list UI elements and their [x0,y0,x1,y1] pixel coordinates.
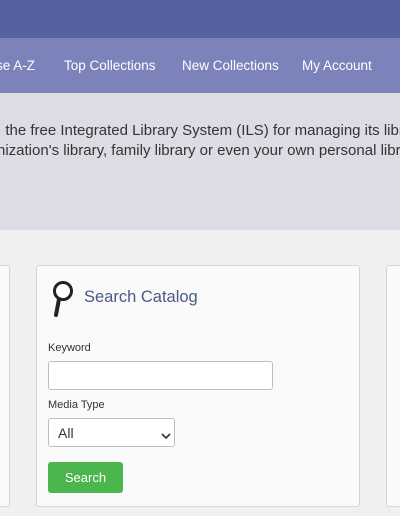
right-card [386,265,400,507]
left-card [0,265,10,507]
main-navigation: se A-Z Top Collections New Collections M… [0,38,400,93]
search-catalog-title: Search Catalog [84,288,198,306]
keyword-label: Keyword [48,342,91,354]
nav-new-collections[interactable]: New Collections [182,38,279,93]
chevron-down-icon [161,427,171,445]
content-area: Search Catalog Keyword Media Type All Se… [0,230,400,516]
top-header-bar [0,0,400,38]
keyword-input[interactable] [48,361,273,390]
intro-text-line-1: , the free Integrated Library System (IL… [0,122,400,139]
nav-browse-a-z[interactable]: se A-Z [0,38,35,93]
nav-my-account[interactable]: My Account [302,38,372,93]
media-type-select[interactable]: All [48,418,175,447]
media-type-label: Media Type [48,399,105,411]
intro-banner: , the free Integrated Library System (IL… [0,93,400,230]
magnifier-icon [51,279,77,324]
search-button[interactable]: Search [48,462,123,493]
intro-text-line-2: nization's library, family library or ev… [0,142,400,159]
nav-top-collections[interactable]: Top Collections [64,38,156,93]
media-type-selected-value: All [58,425,74,441]
search-catalog-card: Search Catalog Keyword Media Type All Se… [36,265,360,507]
